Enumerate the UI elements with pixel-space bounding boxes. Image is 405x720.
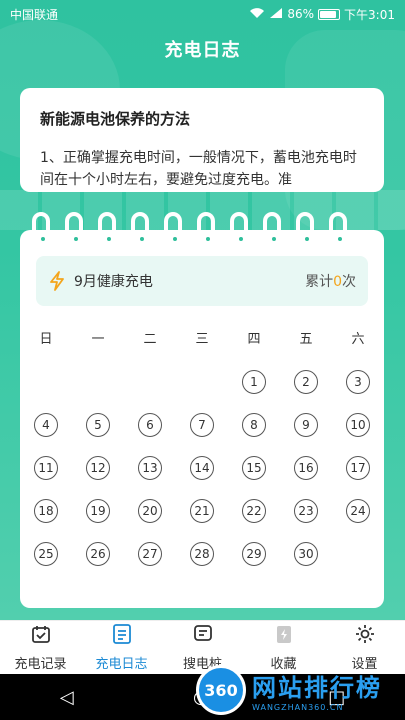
calendar-day[interactable]: 22 bbox=[242, 499, 266, 523]
battery-percent: 86% bbox=[287, 7, 315, 21]
calendar-day[interactable]: 2 bbox=[294, 370, 318, 394]
month-label: 9月健康充电 bbox=[74, 274, 153, 290]
binder-rings bbox=[22, 212, 384, 248]
weekday-header: 日一二三四五六 bbox=[20, 328, 384, 347]
calendar-icon bbox=[30, 623, 52, 649]
binder-ring bbox=[131, 212, 149, 244]
binder-ring bbox=[98, 212, 116, 244]
calendar-day[interactable]: 16 bbox=[294, 456, 318, 480]
binder-ring bbox=[164, 212, 182, 244]
weekday-label: 五 bbox=[299, 332, 313, 347]
binder-hole bbox=[137, 234, 147, 244]
tab-document[interactable]: 充电日志 bbox=[81, 621, 162, 674]
binder-ring bbox=[32, 212, 50, 244]
watermark-text: 网站排行榜 bbox=[252, 674, 382, 702]
calendar-card: 9月健康充电 累计0次 日一二三四五六 1 2 3 4 5 6 7 8 9 10 11 12 13 14 1… bbox=[20, 230, 384, 608]
calendar-day[interactable]: 13 bbox=[138, 456, 162, 480]
calendar-day[interactable]: 21 bbox=[190, 499, 214, 523]
back-icon[interactable]: ◁ bbox=[60, 687, 74, 708]
binder-hole bbox=[302, 234, 312, 244]
binder-hole bbox=[71, 234, 81, 244]
binder-hole bbox=[335, 234, 345, 244]
calendar-day[interactable]: 9 bbox=[294, 413, 318, 437]
weekday-label: 日 bbox=[39, 332, 53, 347]
battery-icon bbox=[318, 8, 341, 20]
calendar-summary: 9月健康充电 累计0次 bbox=[36, 256, 368, 306]
calendar-day[interactable]: 15 bbox=[242, 456, 266, 480]
gear-icon bbox=[354, 623, 376, 649]
signal-icon bbox=[269, 7, 283, 22]
calendar-day[interactable]: 24 bbox=[346, 499, 370, 523]
binder-ring bbox=[230, 212, 248, 244]
calendar-day[interactable]: 8 bbox=[242, 413, 266, 437]
calendar-day[interactable]: 1 bbox=[242, 370, 266, 394]
calendar-day[interactable]: 17 bbox=[346, 456, 370, 480]
status-icons: 86% 下午3:01 bbox=[249, 6, 395, 23]
watermark: 360 网站排行榜 WANGZHAN360.CN bbox=[196, 664, 401, 716]
total-prefix: 累计 bbox=[305, 274, 334, 290]
weekday-label: 三 bbox=[195, 332, 209, 347]
calendar-day[interactable]: 10 bbox=[346, 413, 370, 437]
binder-ring bbox=[65, 212, 83, 244]
calendar-day[interactable]: 26 bbox=[86, 542, 110, 566]
battery-bolt-icon bbox=[273, 623, 295, 649]
calendar-day[interactable]: 3 bbox=[346, 370, 370, 394]
tab-calendar[interactable]: 充电记录 bbox=[0, 621, 81, 674]
total-count: 0 bbox=[333, 274, 342, 290]
calendar-day[interactable]: 11 bbox=[34, 456, 58, 480]
weekday-label: 一 bbox=[91, 332, 105, 347]
binder-ring bbox=[296, 212, 314, 244]
article-card[interactable]: 新能源电池保养的方法 1、正确掌握充电时间，一般情况下，蓄电池充电时间在十个小时… bbox=[20, 88, 384, 192]
binder-ring bbox=[329, 212, 347, 244]
watermark-subtext: WANGZHAN360.CN bbox=[252, 703, 344, 712]
carrier-label: 中国联通 bbox=[10, 7, 59, 22]
binder-hole bbox=[236, 234, 246, 244]
calendar-day[interactable]: 19 bbox=[86, 499, 110, 523]
total-count-label: 累计0次 bbox=[305, 271, 356, 291]
article-title: 新能源电池保养的方法 bbox=[40, 110, 191, 128]
calendar-day[interactable]: 30 bbox=[294, 542, 318, 566]
tab-label: 充电记录 bbox=[14, 657, 67, 672]
page-title: 充电日志 bbox=[164, 40, 241, 61]
weekday-label: 四 bbox=[247, 332, 261, 347]
calendar-day[interactable]: 5 bbox=[86, 413, 110, 437]
binder-hole bbox=[104, 234, 114, 244]
calendar-day[interactable]: 12 bbox=[86, 456, 110, 480]
weekday-label: 二 bbox=[143, 332, 157, 347]
binder-ring bbox=[263, 212, 281, 244]
calendar-day[interactable]: 27 bbox=[138, 542, 162, 566]
calendar-day[interactable]: 6 bbox=[138, 413, 162, 437]
weekday-label: 六 bbox=[351, 332, 365, 347]
binder-hole bbox=[170, 234, 180, 244]
binder-hole bbox=[269, 234, 279, 244]
binder-hole bbox=[203, 234, 213, 244]
calendar-day[interactable]: 20 bbox=[138, 499, 162, 523]
document-icon bbox=[111, 623, 133, 649]
clock: 下午3:01 bbox=[344, 7, 395, 22]
calendar-day[interactable]: 29 bbox=[242, 542, 266, 566]
calendar-day[interactable]: 18 bbox=[34, 499, 58, 523]
binder-hole bbox=[38, 234, 48, 244]
wifi-icon bbox=[249, 7, 265, 22]
article-body: 1、正确掌握充电时间，一般情况下，蓄电池充电时间在十个小时左右，要避免过度充电。… bbox=[40, 150, 357, 188]
watermark-logo: 360 bbox=[196, 665, 246, 715]
tab-label: 充电日志 bbox=[95, 657, 148, 672]
binder-ring bbox=[197, 212, 215, 244]
lightning-icon bbox=[50, 271, 64, 291]
calendar-day[interactable]: 23 bbox=[294, 499, 318, 523]
total-suffix: 次 bbox=[342, 274, 356, 290]
calendar-day[interactable]: 25 bbox=[34, 542, 58, 566]
calendar-day[interactable]: 7 bbox=[190, 413, 214, 437]
calendar-day[interactable]: 4 bbox=[34, 413, 58, 437]
chat-doc-icon bbox=[192, 623, 214, 649]
status-bar: 中国联通 86% 下午3:01 bbox=[0, 0, 405, 28]
calendar-day[interactable]: 14 bbox=[190, 456, 214, 480]
calendar-day[interactable]: 28 bbox=[190, 542, 214, 566]
